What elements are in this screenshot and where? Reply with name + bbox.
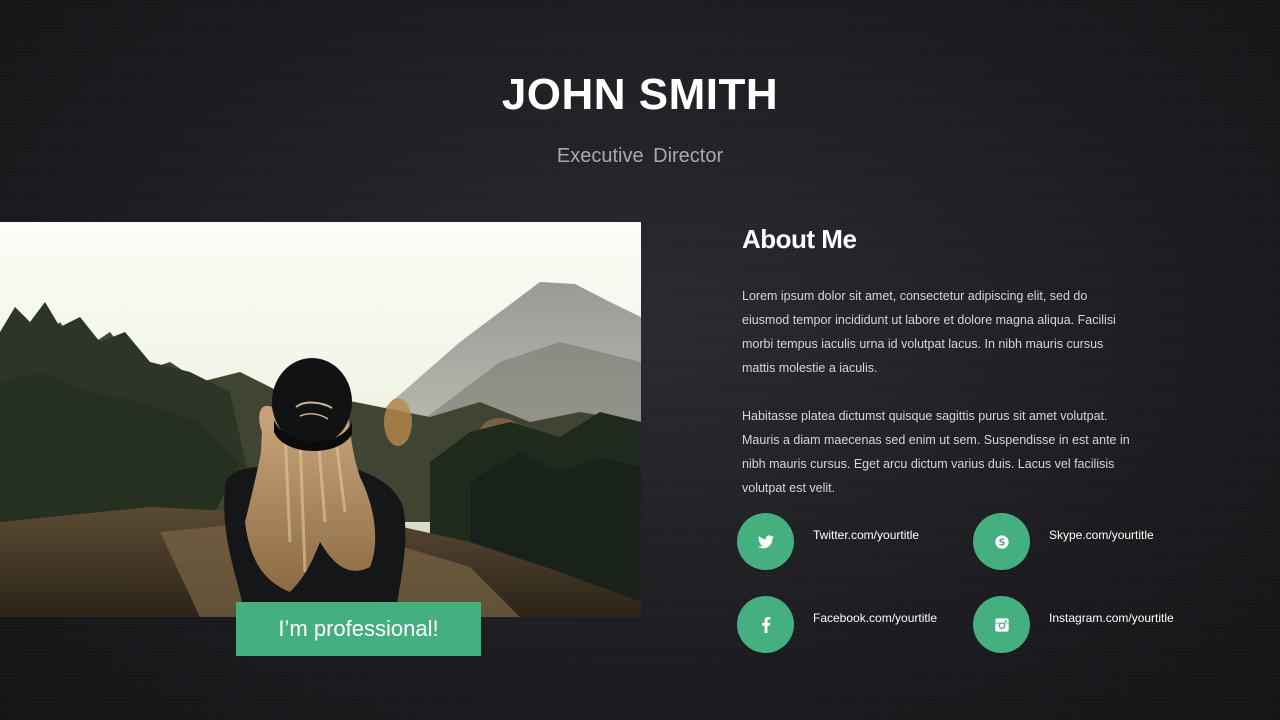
about-text: Lorem ipsum dolor sit amet, consectetur … xyxy=(742,284,1137,524)
professional-badge: I’m professional! xyxy=(236,602,481,656)
twitter-icon[interactable] xyxy=(737,513,794,570)
social-item-instagram[interactable]: Instagram.com/yourtitle xyxy=(973,596,1174,653)
instagram-icon[interactable] xyxy=(973,596,1030,653)
twitter-label[interactable]: Twitter.com/yourtitle xyxy=(813,528,919,542)
facebook-label[interactable]: Facebook.com/yourtitle xyxy=(813,611,937,625)
social-item-facebook[interactable]: Facebook.com/yourtitle xyxy=(737,596,937,653)
skype-icon[interactable]: S xyxy=(973,513,1030,570)
about-paragraph-2: Habitasse platea dictumst quisque sagitt… xyxy=(742,409,1130,495)
social-item-skype[interactable]: S Skype.com/yourtitle xyxy=(973,513,1154,570)
skype-label[interactable]: Skype.com/yourtitle xyxy=(1049,528,1154,542)
social-item-twitter[interactable]: Twitter.com/yourtitle xyxy=(737,513,919,570)
facebook-icon[interactable] xyxy=(737,596,794,653)
svg-text:S: S xyxy=(998,537,1005,548)
profile-photo xyxy=(0,222,641,617)
job-title-subtitle: Executive Director xyxy=(556,145,724,167)
instagram-label[interactable]: Instagram.com/yourtitle xyxy=(1049,611,1174,625)
page-title: JOHN SMITH xyxy=(501,70,779,119)
about-paragraph-1: Lorem ipsum dolor sit amet, consectetur … xyxy=(742,289,1116,375)
about-heading: About Me xyxy=(742,224,857,254)
